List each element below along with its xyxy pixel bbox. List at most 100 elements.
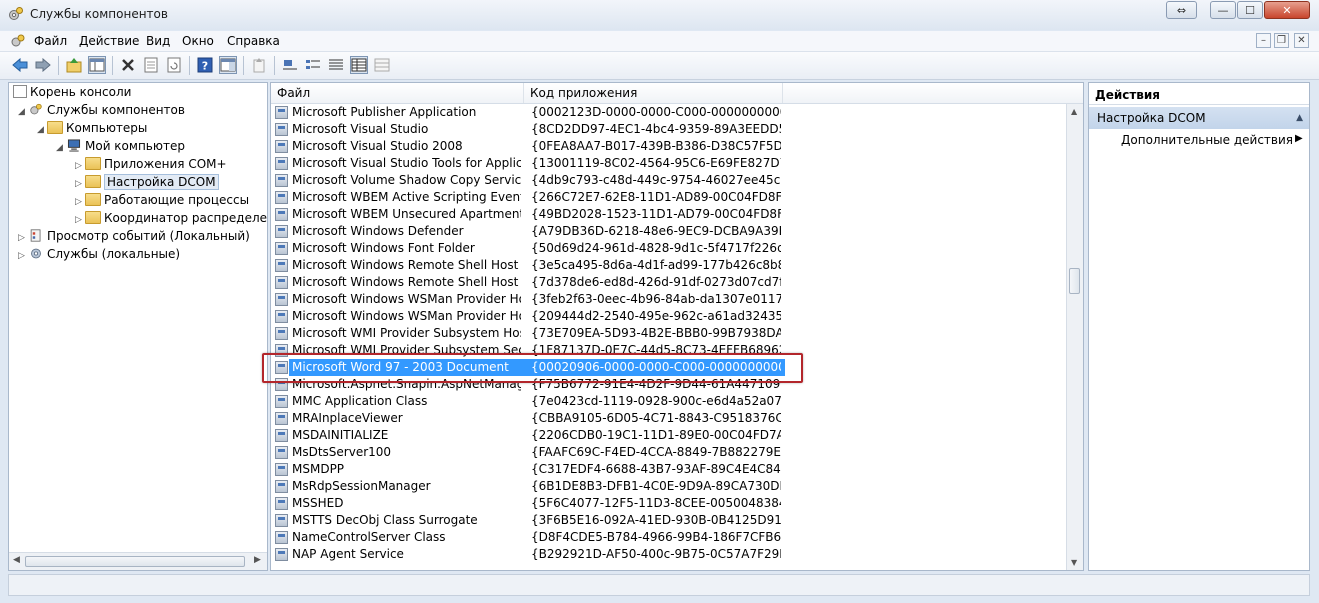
- expand-icon[interactable]: ▷: [75, 212, 85, 229]
- details-view-button[interactable]: [350, 56, 368, 74]
- tree-node-com-plus-apps[interactable]: ▷ Приложения COM+: [75, 156, 227, 173]
- table-row[interactable]: MRAInplaceViewer {CBBA9105-6D05-4C71-8843…: [271, 410, 1067, 427]
- application-icon: [275, 106, 288, 119]
- mdi-restore-button[interactable]: ❐: [1274, 33, 1289, 48]
- more-actions-item[interactable]: Дополнительные действия: [1121, 133, 1293, 147]
- tree-node-label: Корень консоли: [30, 85, 132, 99]
- table-row[interactable]: MsDtsServer100 {FAAFC69C-F4ED-4CCA-8849-7…: [271, 444, 1067, 461]
- tree-node-running-processes[interactable]: ▷ Работающие процессы: [75, 192, 249, 209]
- table-row[interactable]: Microsoft Windows Font Folder {50d69d24-9…: [271, 240, 1067, 257]
- sort-button[interactable]: [373, 56, 391, 74]
- column-header-file[interactable]: Файл: [271, 83, 524, 103]
- title-bar[interactable]: Службы компонентов ⇔ — ☐ ✕: [0, 0, 1319, 30]
- close-button[interactable]: ✕: [1264, 1, 1310, 19]
- table-row[interactable]: Microsoft Visual Studio 2008 {0FEA8AA7-B0…: [271, 138, 1067, 155]
- help-button[interactable]: ?: [196, 56, 214, 74]
- cell-file: Microsoft WMI Provider Subsystem Host: [292, 326, 521, 340]
- table-row[interactable]: Microsoft WBEM Active Scripting Event C.…: [271, 189, 1067, 206]
- table-row[interactable]: Microsoft Volume Shadow Copy Service s..…: [271, 172, 1067, 189]
- tree-node-computers[interactable]: ◢ Компьютеры: [37, 120, 147, 137]
- table-row[interactable]: Microsoft Visual Studio {8CD2DD97-4EC1-4b…: [271, 121, 1067, 138]
- menu-help[interactable]: Справка: [227, 34, 280, 48]
- mmc-system-menu-icon[interactable]: [10, 33, 26, 49]
- table-row[interactable]: MSDAINITIALIZE {2206CDB0-19C1-11D1-89E0-0…: [271, 427, 1067, 444]
- tree-horizontal-scrollbar[interactable]: ◀ ▶: [9, 552, 267, 570]
- table-row[interactable]: MMC Application Class {7e0423cd-1119-0928…: [271, 393, 1067, 410]
- tree-node-console-root[interactable]: Корень консоли: [13, 84, 131, 101]
- table-row[interactable]: Microsoft Visual Studio Tools for Applic…: [271, 155, 1067, 172]
- back-button[interactable]: [11, 56, 29, 74]
- cell-file: Microsoft WBEM Unsecured Apartment: [292, 207, 521, 221]
- expand-icon[interactable]: ▷: [18, 248, 28, 265]
- mdi-close-button[interactable]: ✕: [1294, 33, 1309, 48]
- scrollbar-thumb[interactable]: [1069, 268, 1080, 294]
- table-row[interactable]: MsRdpSessionManager {6B1DE8B3-DFB1-4C0E-9…: [271, 478, 1067, 495]
- scroll-up-icon[interactable]: ▲: [1071, 107, 1077, 116]
- menu-window[interactable]: Окно: [182, 34, 214, 48]
- cell-app-id: {209444d2-2540-495e-962c-a61ad3243526}: [531, 309, 781, 323]
- table-row[interactable]: Microsoft Windows Remote Shell Host {3e5c…: [271, 257, 1067, 274]
- table-row[interactable]: Microsoft Windows WSMan Provider Host {3f…: [271, 291, 1067, 308]
- cell-app-id: {50d69d24-961d-4828-9d1c-5f4717f226d1}: [531, 241, 781, 255]
- mdi-minimize-button[interactable]: –: [1256, 33, 1271, 48]
- large-icons-button[interactable]: [281, 56, 299, 74]
- collapse-icon[interactable]: ▲: [1296, 107, 1303, 129]
- toolbar-separator: [112, 56, 113, 75]
- table-row[interactable]: NameControlServer Class {D8F4CDE5-B784-49…: [271, 529, 1067, 546]
- menu-view[interactable]: Вид: [146, 34, 170, 48]
- tree-node-event-viewer[interactable]: ▷ Просмотр событий (Локальный): [18, 228, 250, 245]
- show-tree-button[interactable]: [88, 56, 106, 74]
- tree-node-dtc[interactable]: ▷ Координатор распределенн: [75, 210, 267, 229]
- table-row[interactable]: MSMDPP {C317EDF4-6688-43B7-93AF-89C4E4C84…: [271, 461, 1067, 478]
- delete-button[interactable]: [119, 56, 137, 74]
- column-header-app-id[interactable]: Код приложения: [524, 83, 783, 103]
- table-row[interactable]: Microsoft Windows Remote Shell Host Wi..…: [271, 274, 1067, 291]
- collapse-icon[interactable]: ◢: [18, 104, 28, 121]
- tree-node-my-computer[interactable]: ◢ Мой компьютер: [56, 138, 185, 155]
- cell-app-id: {49BD2028-1523-11D1-AD79-00C04FD8FDFF}: [531, 207, 781, 221]
- small-icons-button[interactable]: [304, 56, 322, 74]
- large-icons-icon: [283, 60, 297, 70]
- table-row[interactable]: NAP Agent Service {B292921D-AF50-400c-9B7…: [271, 546, 1067, 563]
- expand-icon[interactable]: ▷: [75, 194, 85, 211]
- folder-icon: [85, 175, 101, 188]
- minimize-button[interactable]: —: [1210, 1, 1236, 19]
- scroll-right-icon[interactable]: ▶: [254, 555, 261, 565]
- table-row[interactable]: Microsoft Windows Defender {A79DB36D-6218…: [271, 223, 1067, 240]
- show-hide-console-button[interactable]: [219, 56, 237, 74]
- expand-icon[interactable]: ▷: [75, 176, 85, 193]
- window-resize-button[interactable]: ⇔: [1166, 1, 1197, 19]
- scrollbar-thumb[interactable]: [25, 556, 245, 567]
- export-button[interactable]: [250, 56, 268, 74]
- tree-node-component-services[interactable]: ◢ Службы компонентов: [18, 102, 185, 119]
- expand-icon[interactable]: ▷: [75, 158, 85, 175]
- tree-node-dcom-config[interactable]: ▷ Настройка DCOM: [75, 174, 219, 191]
- forward-icon: [35, 58, 51, 72]
- list-view-button[interactable]: [327, 56, 345, 74]
- refresh-button[interactable]: [165, 56, 183, 74]
- collapse-icon[interactable]: ◢: [56, 140, 66, 157]
- submenu-arrow-icon[interactable]: ▶: [1295, 133, 1303, 144]
- expand-icon[interactable]: ▷: [18, 230, 28, 247]
- actions-section-dcom[interactable]: Настройка DCOM ▲: [1089, 107, 1309, 129]
- table-row[interactable]: Microsoft WBEM Unsecured Apartment {49BD2…: [271, 206, 1067, 223]
- table-row[interactable]: MSSHED {5F6C4077-12F5-11D3-8CEE-005004838…: [271, 495, 1067, 512]
- tree-node-services-local[interactable]: ▷ Службы (локальные): [18, 246, 180, 263]
- collapse-icon[interactable]: ◢: [37, 122, 47, 139]
- forward-button[interactable]: [34, 56, 52, 74]
- menu-file[interactable]: Файл: [34, 34, 67, 48]
- small-icons-icon: [306, 60, 320, 69]
- table-row[interactable]: MSTTS DecObj Class Surrogate {3F6B5E16-09…: [271, 512, 1067, 529]
- table-row[interactable]: Microsoft Publisher Application {0002123D…: [271, 104, 1067, 121]
- refresh-icon: [167, 57, 181, 73]
- properties-button[interactable]: [142, 56, 160, 74]
- scroll-down-icon[interactable]: ▼: [1071, 558, 1077, 567]
- up-folder-button[interactable]: [65, 56, 83, 74]
- menu-action[interactable]: Действие: [79, 34, 139, 48]
- table-row[interactable]: Microsoft WMI Provider Subsystem Host {73…: [271, 325, 1067, 342]
- maximize-button[interactable]: ☐: [1237, 1, 1263, 19]
- table-row[interactable]: Microsoft Windows WSMan Provider Host...…: [271, 308, 1067, 325]
- cell-file: Microsoft Windows WSMan Provider Host...: [292, 309, 521, 323]
- scroll-left-icon[interactable]: ◀: [13, 555, 20, 565]
- list-vertical-scrollbar[interactable]: ▲ ▼: [1066, 104, 1083, 570]
